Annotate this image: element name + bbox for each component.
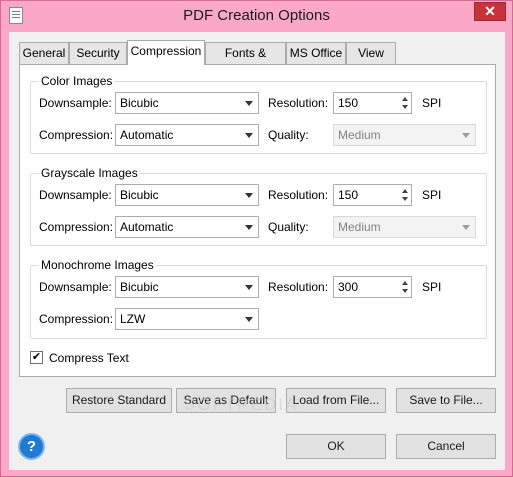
resolution-unit: SPI [422, 96, 442, 110]
select-value: Bicubic [120, 96, 159, 110]
spin-down-icon[interactable] [402, 197, 408, 201]
chevron-down-icon [245, 193, 253, 198]
resolution-unit: SPI [422, 188, 442, 202]
help-icon[interactable]: ? [18, 433, 45, 460]
compression-label: Compression: [39, 312, 114, 326]
downsample-label: Downsample: [39, 188, 112, 202]
save-to-file-button[interactable]: Save to File... [396, 388, 496, 413]
title-bar[interactable]: PDF Creation Options ✕ [1, 1, 512, 31]
select-value: Medium [338, 220, 381, 234]
chevron-down-icon [245, 133, 253, 138]
chevron-down-icon [462, 225, 470, 230]
dialog-client: General Security Compression Fonts & Col… [9, 32, 505, 470]
color-resolution-spinner[interactable]: 150 [333, 92, 412, 114]
color-images-group: Color Images Downsample: Bicubic Resolut… [30, 74, 487, 154]
spinner-value: 150 [338, 188, 359, 202]
select-value: LZW [120, 312, 146, 326]
spin-up-icon[interactable] [402, 97, 408, 101]
compression-panel: Color Images Downsample: Bicubic Resolut… [19, 64, 496, 377]
spin-down-icon[interactable] [402, 289, 408, 293]
compress-text-label[interactable]: Compress Text [49, 351, 129, 365]
tab-ms-office[interactable]: MS Office [286, 42, 346, 64]
tab-view[interactable]: View [346, 42, 396, 64]
color-quality-select: Medium [333, 124, 476, 146]
tab-fonts-colors[interactable]: Fonts & Colors [205, 42, 286, 81]
chevron-down-icon [245, 317, 253, 322]
monochrome-downsample-select[interactable]: Bicubic [115, 276, 259, 298]
chevron-down-icon [245, 285, 253, 290]
window-title: PDF Creation Options [183, 7, 330, 24]
dialog-window: PDF Creation Options ✕ General Security … [0, 0, 513, 477]
select-value: Automatic [120, 220, 174, 234]
monochrome-images-group: Monochrome Images Downsample: Bicubic Re… [30, 258, 487, 339]
resolution-label: Resolution: [268, 280, 329, 294]
load-from-file-button[interactable]: Load from File... [286, 388, 386, 413]
spin-up-icon[interactable] [402, 281, 408, 285]
select-value: Automatic [120, 128, 174, 142]
select-value: Medium [338, 128, 381, 142]
color-downsample-select[interactable]: Bicubic [115, 92, 259, 114]
compress-text-checkbox[interactable]: ✔ [30, 351, 43, 364]
spinner-value: 150 [338, 96, 359, 110]
chevron-down-icon [462, 133, 470, 138]
grayscale-downsample-select[interactable]: Bicubic [115, 184, 259, 206]
compression-label: Compression: [39, 220, 114, 234]
grayscale-quality-select: Medium [333, 216, 476, 238]
downsample-label: Downsample: [39, 96, 112, 110]
resolution-label: Resolution: [268, 188, 329, 202]
softpedia-watermark: SOFTPEDIA [184, 395, 299, 414]
restore-standard-button[interactable]: Restore Standard [66, 388, 172, 413]
spin-down-icon[interactable] [402, 105, 408, 109]
tab-security[interactable]: Security [69, 42, 127, 64]
select-value: Bicubic [120, 188, 159, 202]
chevron-down-icon [245, 101, 253, 106]
ok-button[interactable]: OK [286, 434, 386, 459]
chevron-down-icon [245, 225, 253, 230]
resolution-unit: SPI [422, 280, 442, 294]
cancel-button[interactable]: Cancel [396, 434, 496, 459]
group-title: Monochrome Images [39, 258, 156, 272]
spin-up-icon[interactable] [402, 189, 408, 193]
downsample-label: Downsample: [39, 280, 112, 294]
grayscale-images-group: Grayscale Images Downsample: Bicubic Res… [30, 166, 487, 246]
tab-compression[interactable]: Compression [127, 40, 205, 65]
quality-label: Quality: [268, 220, 309, 234]
monochrome-compression-select[interactable]: LZW [115, 308, 259, 330]
tab-general[interactable]: General [19, 42, 69, 64]
monochrome-resolution-spinner[interactable]: 300 [333, 276, 412, 298]
select-value: Bicubic [120, 280, 159, 294]
spinner-value: 300 [338, 280, 359, 294]
grayscale-compression-select[interactable]: Automatic [115, 216, 259, 238]
grayscale-resolution-spinner[interactable]: 150 [333, 184, 412, 206]
quality-label: Quality: [268, 128, 309, 142]
resolution-label: Resolution: [268, 96, 329, 110]
color-compression-select[interactable]: Automatic [115, 124, 259, 146]
close-button[interactable]: ✕ [474, 2, 506, 21]
group-title: Color Images [39, 74, 115, 88]
group-title: Grayscale Images [39, 166, 140, 180]
compression-label: Compression: [39, 128, 114, 142]
